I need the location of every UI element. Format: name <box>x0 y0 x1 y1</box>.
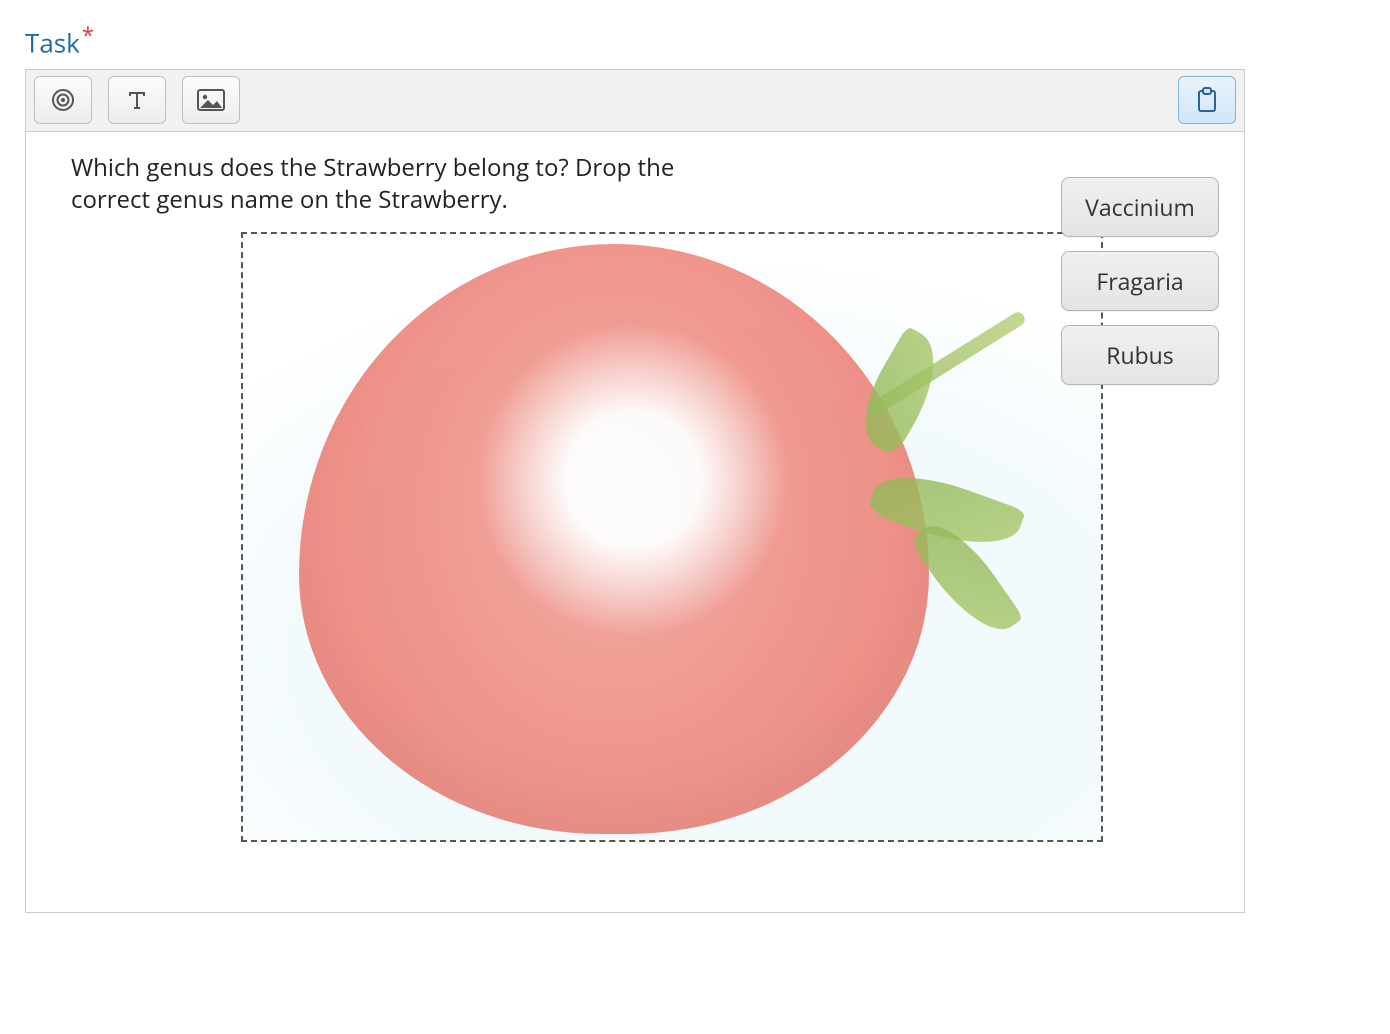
target-icon <box>50 87 76 113</box>
drag-option-label: Rubus <box>1106 339 1173 371</box>
clipboard-tool-button[interactable] <box>1178 76 1236 124</box>
image-tool-button[interactable] <box>182 76 240 124</box>
drag-options-list: Vaccinium Fragaria Rubus <box>1061 177 1219 385</box>
section-title: Task* <box>25 20 1245 61</box>
drag-option-rubus[interactable]: Rubus <box>1061 325 1219 385</box>
image-drop-zone[interactable] <box>241 232 1103 842</box>
task-toolbar <box>26 70 1244 132</box>
text-tool-button[interactable] <box>108 76 166 124</box>
text-icon <box>124 87 150 113</box>
strawberry-image <box>243 234 1101 840</box>
image-icon <box>197 89 225 111</box>
drag-option-vaccinium[interactable]: Vaccinium <box>1061 177 1219 237</box>
required-asterisk: * <box>82 20 94 50</box>
task-content-area: Which genus does the Strawberry belong t… <box>26 132 1244 912</box>
drag-option-label: Fragaria <box>1096 265 1183 297</box>
drag-option-fragaria[interactable]: Fragaria <box>1061 251 1219 311</box>
section-title-text: Task <box>25 25 80 61</box>
drag-option-label: Vaccinium <box>1085 191 1195 223</box>
question-prompt: Which genus does the Strawberry belong t… <box>71 152 711 217</box>
clipboard-icon <box>1196 87 1218 113</box>
task-panel: Which genus does the Strawberry belong t… <box>25 69 1245 913</box>
target-tool-button[interactable] <box>34 76 92 124</box>
